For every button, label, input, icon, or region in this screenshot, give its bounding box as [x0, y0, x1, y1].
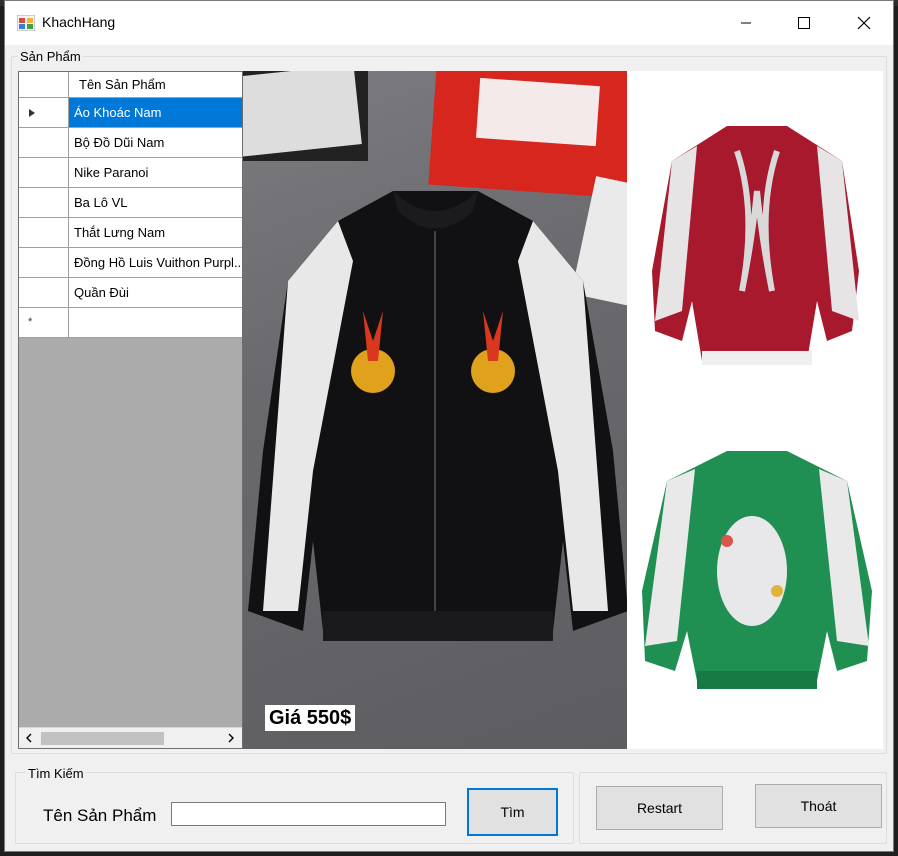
- table-row[interactable]: Áo Khoác Nam: [19, 98, 242, 128]
- cell-product-name[interactable]: Ba Lô VL: [69, 188, 242, 218]
- table-row[interactable]: Ba Lô VL: [19, 188, 242, 218]
- form-icon: [17, 15, 35, 31]
- restart-button[interactable]: Restart: [596, 786, 723, 830]
- product-picture: Giá 550$: [243, 71, 883, 749]
- close-button[interactable]: [835, 1, 893, 45]
- grid-corner[interactable]: [19, 72, 69, 98]
- cell-product-name[interactable]: Bộ Đồ Dũi Nam: [69, 128, 242, 158]
- row-header[interactable]: [19, 188, 69, 218]
- table-row[interactable]: Đồng Hồ Luis Vuithon Purpl...: [19, 248, 242, 278]
- search-group-label: Tìm Kiếm: [26, 766, 86, 781]
- column-header-name[interactable]: Tên Sản Phẩm: [69, 72, 242, 98]
- khachhang-window: KhachHang Sản Phẩm Tên Sản Phẩm Áo Khoác…: [4, 0, 894, 852]
- cell-product-name[interactable]: Đồng Hồ Luis Vuithon Purpl...: [69, 248, 242, 278]
- cell-new-entry[interactable]: [69, 308, 242, 338]
- maximize-button[interactable]: [775, 1, 833, 45]
- maximize-icon: [798, 17, 810, 29]
- table-row[interactable]: Nike Paranoi: [19, 158, 242, 188]
- jacket-illustration: [243, 71, 627, 641]
- current-row-arrow-icon: [29, 109, 35, 117]
- cell-product-name[interactable]: Nike Paranoi: [69, 158, 242, 188]
- chevron-left-icon: [26, 733, 32, 743]
- minimize-icon: [741, 22, 751, 24]
- new-row[interactable]: *: [19, 308, 242, 338]
- scroll-right-button[interactable]: [223, 730, 239, 746]
- row-header[interactable]: [19, 158, 69, 188]
- cell-product-name[interactable]: Thắt Lưng Nam: [69, 218, 242, 248]
- scroll-thumb[interactable]: [41, 732, 164, 745]
- minimize-button[interactable]: [717, 1, 775, 45]
- products-group-label: Sản Phẩm: [18, 49, 83, 64]
- cell-product-name[interactable]: Quần Đùi: [69, 278, 242, 308]
- row-header[interactable]: [19, 218, 69, 248]
- cell-product-name[interactable]: Áo Khoác Nam: [69, 98, 242, 128]
- variant-jackets-photo: [627, 71, 883, 749]
- row-header[interactable]: [19, 128, 69, 158]
- search-button[interactable]: Tìm: [467, 788, 558, 836]
- product-name-label: Tên Sản Phẩm: [43, 806, 157, 825]
- scroll-left-button[interactable]: [21, 730, 37, 746]
- new-row-marker: *: [28, 316, 33, 328]
- grid-body: Tên Sản Phẩm Áo Khoác Nam Bộ Đồ Dũi Nam …: [19, 72, 242, 728]
- window-title: KhachHang: [42, 14, 116, 30]
- table-row[interactable]: Quần Đùi: [19, 278, 242, 308]
- row-header[interactable]: [19, 248, 69, 278]
- variant-jackets-illustration: [642, 126, 872, 689]
- row-header[interactable]: [19, 98, 69, 128]
- row-header[interactable]: *: [19, 308, 69, 338]
- chevron-right-icon: [228, 733, 234, 743]
- table-row[interactable]: Thắt Lưng Nam: [19, 218, 242, 248]
- black-jacket-photo: Giá 550$: [243, 71, 627, 749]
- exit-button[interactable]: Thoát: [755, 784, 882, 828]
- row-header[interactable]: [19, 278, 69, 308]
- grid-header-row: Tên Sản Phẩm: [19, 72, 242, 98]
- price-label: Giá 550$: [265, 705, 356, 731]
- title-bar: KhachHang: [5, 1, 893, 45]
- table-row[interactable]: Bộ Đồ Dũi Nam: [19, 128, 242, 158]
- close-icon: [857, 16, 871, 30]
- products-grid[interactable]: Tên Sản Phẩm Áo Khoác Nam Bộ Đồ Dũi Nam …: [18, 71, 243, 749]
- product-name-input[interactable]: [171, 802, 446, 826]
- horizontal-scrollbar[interactable]: [19, 727, 242, 748]
